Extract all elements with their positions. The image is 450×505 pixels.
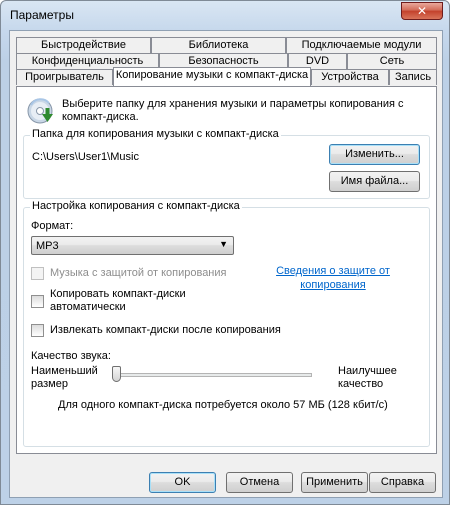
button-label: Отмена — [239, 476, 280, 488]
tab-performance[interactable]: Быстродействие — [16, 37, 151, 53]
cancel-button[interactable]: Отмена — [226, 472, 293, 493]
window-title: Параметры — [10, 8, 74, 22]
button-label: Имя файла... — [340, 175, 409, 187]
close-button[interactable]: ✕ — [401, 2, 443, 20]
tab-burn[interactable]: Запись — [389, 69, 437, 85]
auto-rip-checkbox[interactable] — [31, 295, 44, 308]
button-label: Изменить... — [345, 148, 404, 160]
options-window: Параметры ✕ Быстродействие Библиотека По… — [0, 0, 450, 505]
tab-devices[interactable]: Устройства — [311, 69, 389, 85]
button-label: OK — [174, 476, 191, 488]
rip-settings-group: Настройка копирования с компакт-диска Фо… — [23, 200, 430, 447]
eject-checkbox[interactable] — [31, 324, 44, 337]
rip-music-panel: Выберите папку для хранения музыки и пар… — [16, 86, 437, 454]
apply-button[interactable]: Применить — [301, 472, 368, 493]
tab-label: Сеть — [379, 55, 405, 67]
title-bar: Параметры ✕ — [1, 1, 449, 29]
quality-slider-thumb[interactable] — [112, 366, 121, 382]
help-button[interactable]: Справка — [369, 472, 436, 493]
copy-protection-info-link[interactable]: Сведения о защите от копирования — [267, 264, 399, 292]
eject-label[interactable]: Извлекать компакт-диски после копировани… — [50, 324, 281, 336]
tab-label: Библиотека — [188, 39, 249, 51]
quality-slider-track[interactable] — [112, 373, 312, 377]
tab-label: Устройства — [321, 71, 379, 83]
auto-rip-label[interactable]: Копировать компакт-диски автоматически — [50, 288, 215, 314]
format-value: MP3 — [36, 240, 59, 252]
tab-label: Безопасность — [188, 55, 259, 67]
tab-label: DVD — [305, 55, 330, 67]
tab-label: Конфиденциальность — [31, 55, 144, 67]
folder-group-caption: Папка для копирования музыки с компакт-д… — [30, 128, 281, 140]
tab-rip-music[interactable]: Копирование музыки с компакт-диска — [113, 67, 311, 86]
intro-text: Выберите папку для хранения музыки и пар… — [62, 98, 404, 123]
format-label: Формат: — [31, 220, 74, 232]
close-icon: ✕ — [416, 4, 428, 18]
rip-folder-path: C:\Users\User1\Music — [32, 151, 139, 163]
cd-rip-icon — [27, 98, 53, 124]
tab-label: Быстродействие — [41, 39, 126, 51]
dialog-body: Быстродействие Библиотека Подключаемые м… — [9, 30, 443, 498]
ok-button[interactable]: OK — [149, 472, 216, 493]
format-select[interactable]: MP3 ▼ — [31, 236, 234, 255]
tab-library[interactable]: Библиотека — [151, 37, 286, 53]
button-label: Применить — [306, 476, 363, 488]
quality-max-label: Наилучшее качество — [338, 365, 397, 390]
button-label: Справка — [380, 476, 425, 488]
tab-player[interactable]: Проигрыватель — [16, 69, 113, 85]
tab-label: Копирование музыки с компакт-диска — [115, 69, 309, 81]
tab-network[interactable]: Сеть — [347, 53, 437, 69]
tab-plugins[interactable]: Подключаемые модули — [286, 37, 437, 53]
rip-settings-caption: Настройка копирования с компакт-диска — [30, 200, 242, 212]
audio-quality-label: Качество звука: — [31, 350, 111, 362]
chevron-down-icon: ▼ — [219, 239, 228, 249]
change-folder-button[interactable]: Изменить... — [329, 144, 420, 165]
tab-label: Подключаемые модули — [301, 39, 422, 51]
copy-protect-label: Музыка с защитой от копирования — [50, 267, 227, 279]
copy-protect-checkbox[interactable] — [31, 267, 44, 280]
tab-label: Запись — [394, 71, 432, 83]
quality-min-label: Наименьший размер — [31, 365, 98, 390]
folder-group: Папка для копирования музыки с компакт-д… — [23, 128, 430, 199]
tab-label: Проигрыватель — [25, 71, 104, 83]
file-name-button[interactable]: Имя файла... — [329, 171, 420, 192]
quality-size-info: Для одного компакт-диска потребуется око… — [58, 399, 388, 411]
